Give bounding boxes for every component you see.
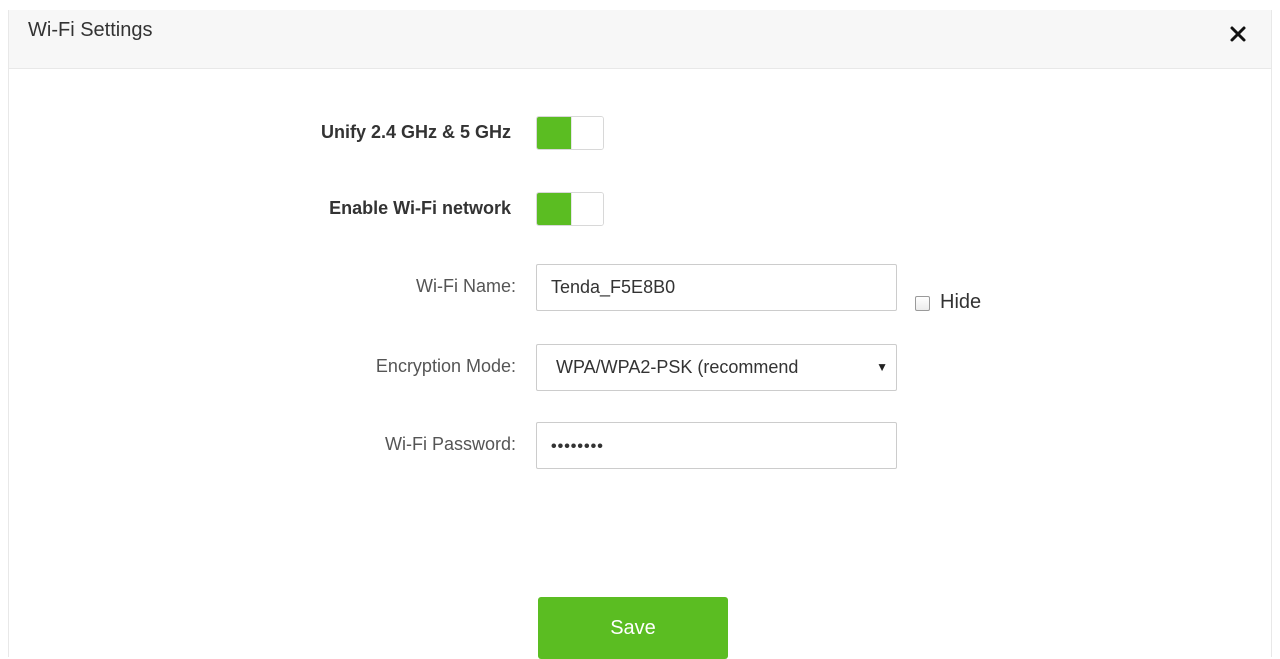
dialog-header: Wi-Fi Settings — [9, 10, 1271, 69]
hide-checkbox[interactable] — [915, 296, 930, 311]
password-input[interactable]: •••••••• — [536, 422, 897, 469]
password-value: •••••••• — [551, 438, 604, 455]
wifi-name-input[interactable]: Tenda_F5E8B0 — [536, 264, 897, 311]
encryption-select[interactable]: WPA/WPA2-PSK (recommend ▼ — [536, 344, 897, 391]
unify-toggle[interactable] — [536, 116, 604, 150]
encryption-label: Encryption Mode: — [375, 356, 516, 376]
close-icon[interactable] — [1222, 18, 1254, 50]
toggle-knob — [571, 193, 603, 225]
wifi-name-label: Wi-Fi Name: — [416, 276, 516, 296]
unify-label: Unify 2.4 GHz & 5 GHz — [320, 122, 511, 142]
encryption-value: WPA/WPA2-PSK (recommend — [556, 357, 799, 377]
enable-wifi-label: Enable Wi-Fi network — [329, 198, 511, 218]
enable-wifi-toggle[interactable] — [536, 192, 604, 226]
toggle-on-indicator — [537, 117, 571, 149]
save-button[interactable]: Save — [538, 597, 728, 659]
hide-label: Hide — [940, 291, 982, 313]
wifi-name-value: Tenda_F5E8B0 — [551, 277, 676, 297]
toggle-knob — [571, 117, 603, 149]
toggle-on-indicator — [537, 193, 571, 225]
dialog-title: Wi-Fi Settings — [28, 19, 153, 41]
password-label: Wi-Fi Password: — [384, 434, 516, 454]
wifi-settings-dialog: Wi-Fi Settings Unify 2.4 GHz & 5 GHz Ena… — [8, 10, 1272, 659]
dropdown-arrow-icon: ▼ — [876, 360, 888, 374]
